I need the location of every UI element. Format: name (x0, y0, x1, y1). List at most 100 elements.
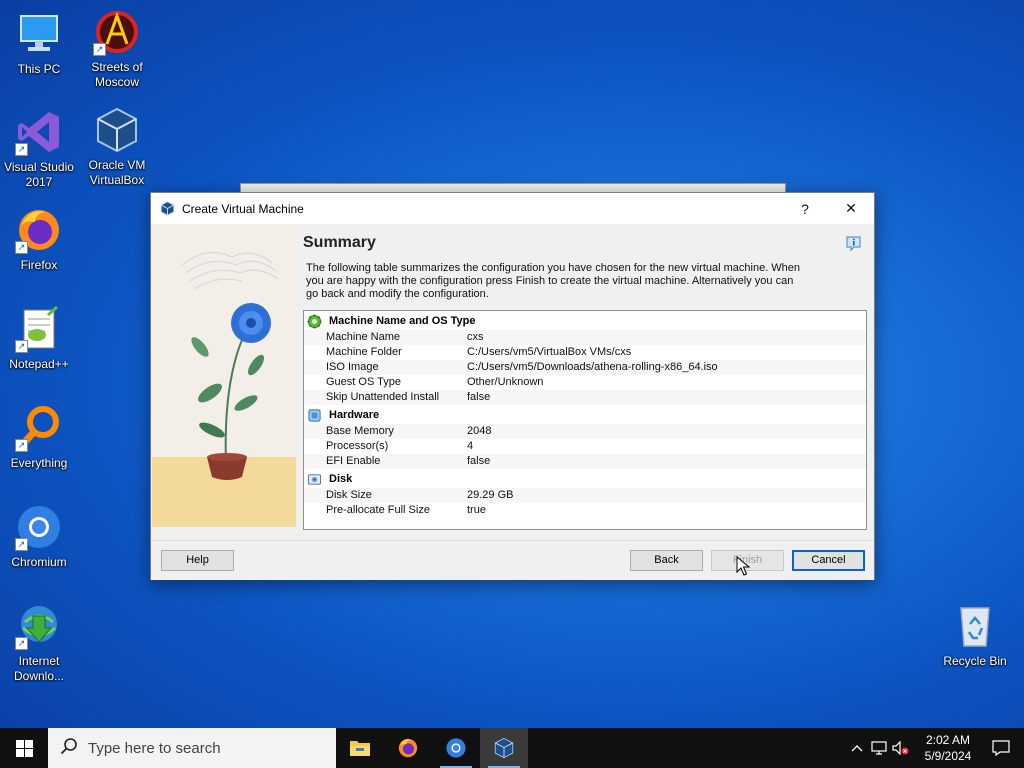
shortcut-arrow-icon: ↗ (15, 439, 28, 452)
back-button[interactable]: Back (630, 550, 703, 571)
section-title: Disk (329, 473, 353, 485)
row-value: false (467, 455, 491, 467)
page-title: Summary (303, 234, 376, 251)
download-manager-icon: ↗ (15, 602, 63, 650)
table-row: Processor(s) 4 (304, 439, 866, 454)
computer-icon (15, 10, 63, 58)
taskbar-file-explorer[interactable] (336, 728, 384, 768)
clock-date: 5/9/2024 (924, 749, 972, 763)
section-rows: Disk Size 29.29 GB Pre-allocate Full Size… (304, 488, 866, 518)
table-row: Machine Folder C:/Users/vm5/VirtualBox VM… (304, 345, 866, 360)
firefox-icon (398, 738, 418, 758)
network-icon[interactable] (868, 741, 890, 755)
gear-icon (307, 313, 322, 329)
help-button[interactable]: Help (161, 550, 234, 571)
row-key: Disk Size (326, 489, 372, 501)
context-help-button[interactable]: ? (782, 193, 828, 224)
summary-description: The following table summarizes the confi… (306, 262, 801, 300)
close-button[interactable]: ✕ (828, 193, 874, 224)
volume-muted-icon[interactable] (890, 741, 912, 755)
row-value: 2048 (467, 425, 492, 437)
taskbar-search-box[interactable]: Type here to search (48, 728, 336, 768)
desktop-icon-label: Notepad++ (9, 357, 69, 371)
desktop-icon-recycle-bin[interactable]: Recycle Bin (937, 602, 1013, 669)
desktop-icon-internet-download[interactable]: ↗ Internet Downlo... (1, 602, 77, 684)
table-row: ISO Image C:/Users/vm5/Downloads/athena-r… (304, 360, 866, 375)
section-title: Machine Name and OS Type (329, 315, 476, 327)
taskbar-chromium[interactable] (432, 728, 480, 768)
row-value: C:/Users/vm5/Downloads/athena-rolling-x8… (467, 361, 718, 373)
row-key: Pre-allocate Full Size (326, 504, 430, 516)
desktop-icon-notepad-plus-plus[interactable]: ↗ Notepad++ (1, 305, 77, 372)
row-value: 29.29 GB (467, 489, 514, 501)
desktop-icon-visual-studio[interactable]: ↗ Visual Studio 2017 (1, 108, 77, 190)
desktop-icon-label: Oracle VM VirtualBox (88, 158, 146, 187)
table-row: Guest OS Type Other/Unknown (304, 375, 866, 390)
table-row: Base Memory 2048 (304, 424, 866, 439)
desktop-icon-label: This PC (17, 62, 61, 76)
row-value: false (467, 391, 491, 403)
start-button[interactable] (0, 728, 48, 768)
chromium-icon: ↗ (15, 503, 63, 551)
table-row: EFI Enable false (304, 454, 866, 469)
desktop-icon-streets-of-moscow[interactable]: ↗ Streets of Moscow (79, 8, 155, 90)
section-machine-name-os-type: Machine Name and OS Type (304, 312, 866, 330)
shortcut-arrow-icon: ↗ (15, 538, 28, 551)
row-key: Processor(s) (326, 440, 389, 452)
windows-logo-icon (15, 739, 33, 757)
table-row: Machine Name cxs (304, 330, 866, 345)
dialog-title: Create Virtual Machine (182, 201, 304, 216)
show-hidden-icons-chevron-icon[interactable] (846, 744, 868, 752)
create-vm-dialog: Create Virtual Machine ? ✕ Summary The f… (150, 192, 875, 580)
row-key: ISO Image (326, 361, 379, 373)
search-placeholder: Type here to search (88, 739, 221, 757)
notification-center-icon[interactable] (978, 740, 1024, 756)
taskbar-virtualbox[interactable] (480, 728, 528, 768)
visual-studio-icon: ↗ (15, 108, 63, 156)
section-rows: Base Memory 2048 Processor(s) 4 EFI Enable… (304, 424, 866, 469)
taskbar: Type here to search 2:02 AM 5/9/2024 (0, 728, 1024, 768)
table-row: Pre-allocate Full Size true (304, 503, 866, 518)
taskbar-firefox[interactable] (384, 728, 432, 768)
desktop-icon-this-pc[interactable]: This PC (1, 10, 77, 77)
cancel-button[interactable]: Cancel (792, 550, 865, 571)
shortcut-arrow-icon: ↗ (15, 241, 28, 254)
desktop-icon-label: Recycle Bin (943, 654, 1007, 668)
desktop-icon-label: Firefox (20, 258, 58, 272)
summary-table[interactable]: Machine Name and OS Type Machine Name cxs… (303, 310, 867, 530)
desktop-icon-chromium[interactable]: ↗ Chromium (1, 503, 77, 570)
virtualbox-icon (160, 201, 175, 216)
row-key: EFI Enable (326, 455, 381, 467)
row-key: Machine Name (326, 331, 400, 343)
desktop-icon-label: Internet Downlo... (13, 654, 65, 683)
clock-time: 2:02 AM (925, 733, 971, 747)
desktop-icon-label: Everything (10, 456, 68, 470)
shortcut-arrow-icon: ↗ (15, 143, 28, 156)
info-icon[interactable] (845, 235, 862, 255)
row-value: C:/Users/vm5/VirtualBox VMs/cxs (467, 346, 632, 358)
game-icon: ↗ (93, 8, 141, 56)
section-rows: Machine Name cxs Machine Folder C:/Users/v… (304, 330, 866, 405)
row-key: Machine Folder (326, 346, 402, 358)
row-value: 4 (467, 440, 474, 452)
table-row: Disk Size 29.29 GB (304, 488, 866, 503)
system-tray: 2:02 AM 5/9/2024 (846, 728, 1024, 768)
desktop-icon-everything[interactable]: ↗ Everything (1, 404, 77, 471)
desktop-icon-virtualbox[interactable]: Oracle VM VirtualBox (79, 106, 155, 188)
row-value: cxs (467, 331, 484, 343)
folder-icon (350, 741, 370, 756)
table-row: Skip Unattended Install false (304, 390, 866, 405)
taskbar-clock[interactable]: 2:02 AM 5/9/2024 (918, 732, 978, 764)
wizard-content: Summary The following table summarizes t… (151, 224, 874, 540)
search-icon (60, 737, 78, 759)
desktop-icon-firefox[interactable]: ↗ Firefox (1, 206, 77, 273)
shortcut-arrow-icon: ↗ (15, 637, 28, 650)
everything-search-icon: ↗ (15, 404, 63, 452)
chromium-icon (446, 738, 466, 758)
dialog-titlebar[interactable]: Create Virtual Machine ? ✕ (151, 193, 874, 224)
row-key: Guest OS Type (326, 376, 402, 388)
chip-icon (307, 408, 322, 423)
button-bar: Help Back Finish Cancel (151, 540, 874, 580)
row-value: true (467, 504, 486, 516)
section-hardware: Hardware (304, 406, 866, 424)
